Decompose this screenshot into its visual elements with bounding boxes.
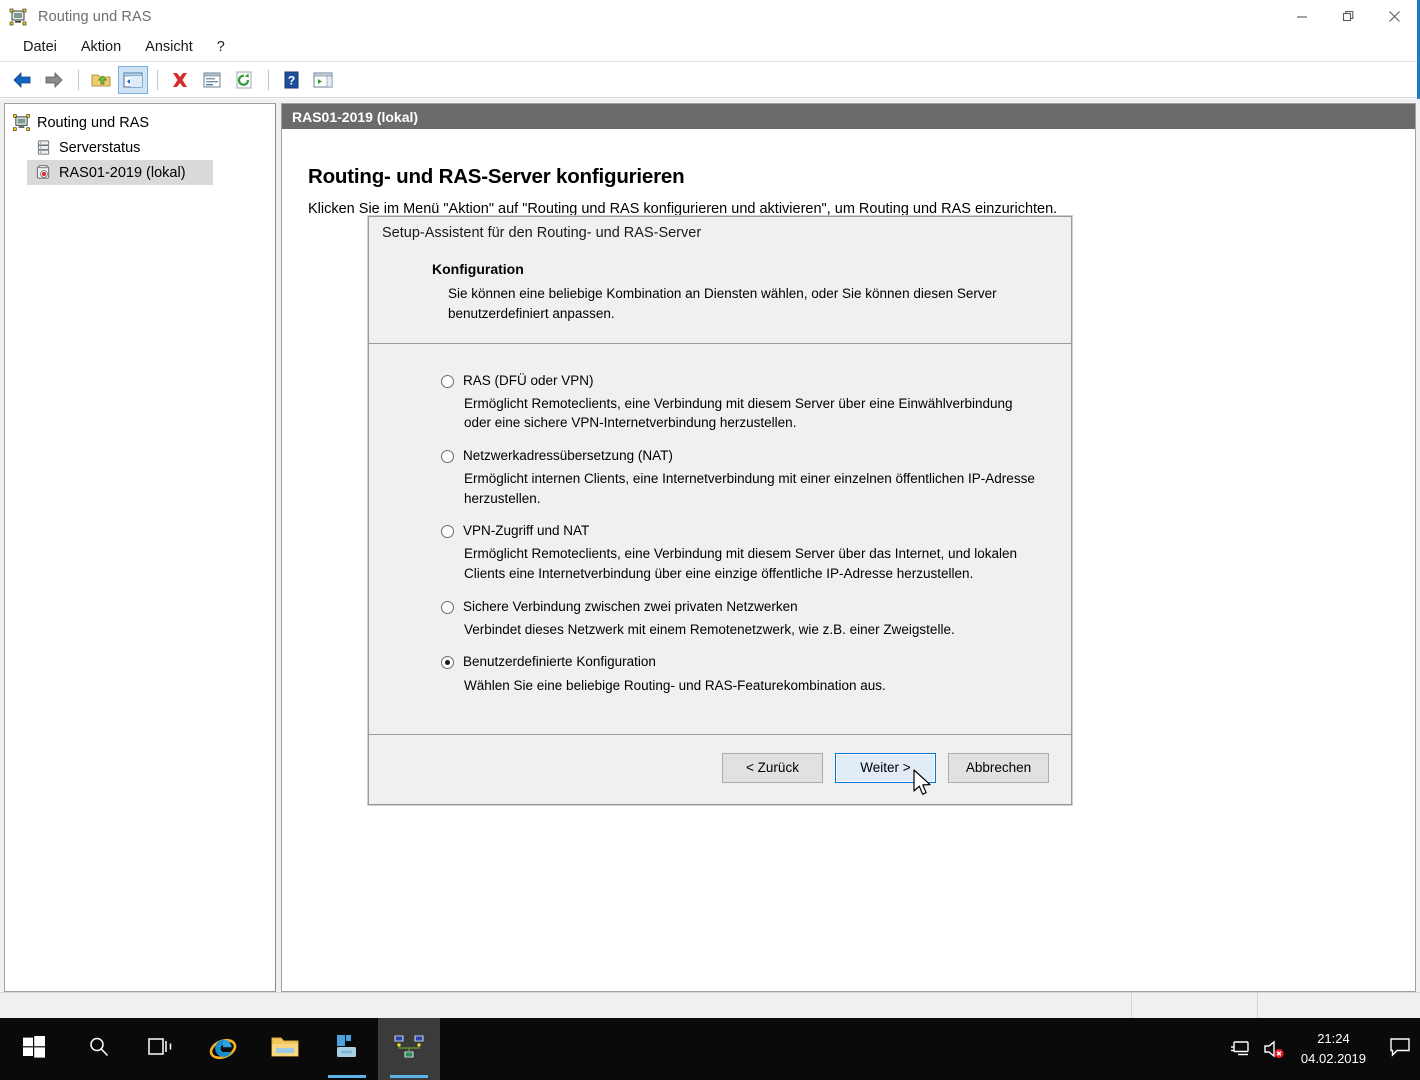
routing-ras-root-icon xyxy=(11,113,31,133)
wizard-caption: Setup-Assistent für den Routing- und RAS… xyxy=(369,217,1071,249)
toolbar: ? xyxy=(0,62,1417,98)
back-icon[interactable] xyxy=(7,66,37,94)
status-panel-main xyxy=(0,993,1132,1018)
menu-datei[interactable]: Datei xyxy=(12,36,68,58)
refresh-icon[interactable] xyxy=(229,66,259,94)
server-manager-button[interactable] xyxy=(316,1018,378,1080)
svg-text:?: ? xyxy=(288,73,295,87)
radio-secure-connection[interactable] xyxy=(441,600,454,614)
option-description: Verbindet dieses Netzwerk mit einem Remo… xyxy=(464,621,955,637)
option-description: Ermöglicht Remoteclients, eine Verbindun… xyxy=(464,546,1018,581)
option-vpn-and-nat[interactable]: VPN-Zugriff und NAT Ermöglicht Remotecli… xyxy=(399,522,1041,583)
file-explorer-button[interactable] xyxy=(254,1018,316,1080)
internet-explorer-icon xyxy=(208,1032,238,1067)
forward-icon[interactable] xyxy=(39,66,69,94)
menu-aktion[interactable]: Aktion xyxy=(70,36,132,58)
start-button[interactable] xyxy=(0,1018,68,1080)
tree-item-label: RAS01-2019 (lokal) xyxy=(59,164,186,181)
minimize-button[interactable] xyxy=(1279,0,1325,33)
tree-item-ras01-2019-lokal[interactable]: RAS01-2019 (lokal) xyxy=(27,160,213,185)
option-label: Benutzerdefinierte Konfiguration xyxy=(463,654,656,670)
taskbar: 21:24 04.02.2019 xyxy=(0,1018,1420,1080)
task-view-icon xyxy=(148,1036,174,1063)
server-status-icon xyxy=(33,138,53,158)
option-description: Ermöglicht internen Clients, eine Intern… xyxy=(464,471,1035,506)
show-hide-console-tree-icon[interactable] xyxy=(118,65,148,94)
radio-ras[interactable] xyxy=(441,374,454,388)
routing-and-ras-window: Routing und RAS Datei Aktion Ansicht ? ?… xyxy=(0,0,1420,1018)
up-folder-icon[interactable] xyxy=(86,66,116,94)
show-hide-action-pane-icon[interactable] xyxy=(308,66,338,94)
option-label: RAS (DFÜ oder VPN) xyxy=(463,372,594,388)
wizard-footer: < Zurück Weiter > Abbrechen xyxy=(369,734,1071,801)
radio-custom[interactable] xyxy=(441,656,454,670)
routing-ras-setup-wizard-dialog: Setup-Assistent für den Routing- und RAS… xyxy=(368,216,1072,805)
back-button[interactable]: < Zurück xyxy=(722,752,823,783)
console-tree: Routing und RAS Serverstatus RAS01-2019 … xyxy=(4,103,276,992)
tree-item-label: Routing und RAS xyxy=(37,114,150,131)
option-label: Sichere Verbindung zwischen zwei private… xyxy=(463,598,798,614)
close-button[interactable] xyxy=(1371,0,1417,33)
radio-vpn-and-nat[interactable] xyxy=(441,525,454,539)
task-view-button[interactable] xyxy=(130,1018,192,1080)
option-nat[interactable]: Netzwerkadressübersetzung (NAT) Ermöglic… xyxy=(399,447,1041,508)
option-custom[interactable]: Benutzerdefinierte Konfiguration Wählen … xyxy=(399,653,1041,695)
windows-logo-icon xyxy=(23,1035,45,1063)
clock[interactable]: 21:24 04.02.2019 xyxy=(1291,1029,1380,1069)
tree-item-serverstatus[interactable]: Serverstatus xyxy=(5,135,275,160)
option-secure-connection[interactable]: Sichere Verbindung zwischen zwei private… xyxy=(399,598,1041,640)
status-panel-secondary xyxy=(1132,993,1258,1018)
clock-date: 04.02.2019 xyxy=(1300,1051,1366,1066)
status-bar xyxy=(0,992,1420,1018)
wizard-header: Konfiguration Sie können eine beliebige … xyxy=(369,249,1071,344)
network-icon[interactable] xyxy=(1223,1039,1257,1059)
detail-pane-body: Routing- und RAS-Server konfigurieren Kl… xyxy=(282,131,1415,217)
option-label: VPN-Zugriff und NAT xyxy=(463,523,590,539)
radio-nat[interactable] xyxy=(441,449,454,463)
tree-item-routing-und-ras[interactable]: Routing und RAS xyxy=(5,110,275,135)
toolbar-separator xyxy=(78,69,79,90)
menu-ansicht[interactable]: Ansicht xyxy=(134,36,204,58)
server-manager-icon xyxy=(332,1033,362,1066)
clock-time: 21:24 xyxy=(1317,1030,1350,1046)
window-title: Routing und RAS xyxy=(38,8,152,25)
file-explorer-icon xyxy=(270,1034,300,1065)
properties-icon[interactable] xyxy=(197,66,227,94)
search-icon xyxy=(87,1035,111,1064)
option-ras[interactable]: RAS (DFÜ oder VPN) Ermöglicht Remoteclie… xyxy=(399,372,1041,433)
routing-ras-button[interactable] xyxy=(378,1018,440,1080)
search-button[interactable] xyxy=(68,1018,130,1080)
delete-icon[interactable] xyxy=(165,66,195,94)
routing-ras-taskbar-icon xyxy=(393,1033,425,1066)
toolbar-separator xyxy=(268,69,269,90)
menu-help[interactable]: ? xyxy=(206,36,236,58)
page-title: Routing- und RAS-Server konfigurieren xyxy=(308,165,685,188)
wizard-options-group: RAS (DFÜ oder VPN) Ermöglicht Remoteclie… xyxy=(369,343,1071,735)
wizard-heading: Konfiguration xyxy=(432,261,524,277)
detail-pane-header: RAS01-2019 (lokal) xyxy=(282,104,1415,131)
option-label: Netzwerkadressübersetzung (NAT) xyxy=(463,447,673,463)
menu-bar: Datei Aktion Ansicht ? xyxy=(0,33,1417,62)
internet-explorer-button[interactable] xyxy=(192,1018,254,1080)
ras-server-icon xyxy=(33,163,53,183)
option-description: Wählen Sie eine beliebige Routing- und R… xyxy=(464,677,886,693)
next-button[interactable]: Weiter > xyxy=(835,752,936,783)
routing-ras-icon xyxy=(8,7,28,27)
toolbar-separator xyxy=(157,69,158,90)
help-icon[interactable]: ? xyxy=(276,66,306,94)
action-center-button[interactable] xyxy=(1380,1037,1420,1062)
page-subtitle: Klicken Sie im Menü "Aktion" auf "Routin… xyxy=(308,201,1058,217)
window-caption-buttons xyxy=(1279,0,1417,33)
volume-muted-icon[interactable] xyxy=(1257,1038,1291,1060)
wizard-description: Sie können eine beliebige Kombination an… xyxy=(448,286,997,322)
tree-item-label: Serverstatus xyxy=(59,139,141,156)
system-tray: 21:24 04.02.2019 xyxy=(1223,1018,1420,1080)
status-panel-tertiary xyxy=(1258,993,1420,1018)
option-description: Ermöglicht Remoteclients, eine Verbindun… xyxy=(464,395,1013,431)
title-bar: Routing und RAS xyxy=(0,0,1417,33)
action-center-icon xyxy=(1389,1037,1411,1062)
cancel-button[interactable]: Abbrechen xyxy=(948,752,1049,783)
restore-button[interactable] xyxy=(1325,0,1371,33)
